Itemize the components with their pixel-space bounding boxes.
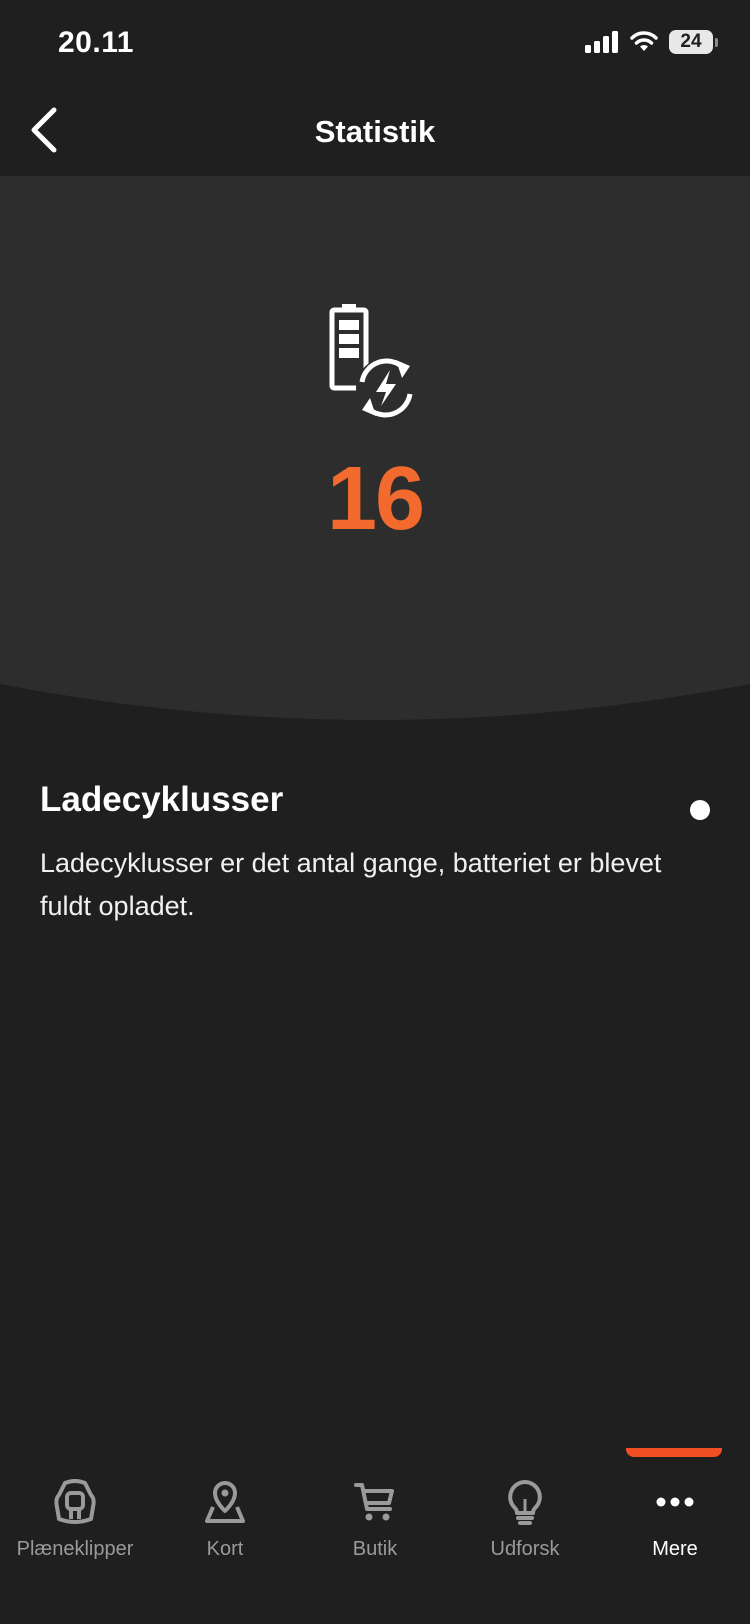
tab-more[interactable]: Mere: [600, 1478, 750, 1578]
battery-tip: [715, 37, 718, 47]
tab-label-mower: Plæneklipper: [16, 1538, 134, 1560]
info-description: Ladecyklusser er det antal gange, batter…: [40, 848, 662, 921]
charge-cycles-value: 16: [326, 449, 425, 549]
tab-map[interactable]: Kort: [150, 1478, 300, 1578]
more-dots-icon: [651, 1478, 699, 1526]
tab-label-more: Mere: [652, 1538, 698, 1560]
statistics-screen: 20.11 24 Statistik 16 Ladecyklusser Lade…: [0, 0, 750, 1624]
wifi-icon: [630, 31, 658, 51]
battery-charge-cycle-icon: [329, 304, 416, 418]
tab-bar: Plæneklipper Kort Butik Udforsk Mere: [0, 1448, 750, 1624]
status-icons: 24: [585, 30, 718, 54]
page-title: Statistik: [314, 114, 436, 149]
navigation-bar: Statistik: [0, 90, 750, 176]
page-indicator-dot: [690, 800, 710, 820]
info-section: Ladecyklusser Ladecyklusser er det antal…: [40, 780, 710, 928]
tab-label-explore: Udforsk: [490, 1538, 560, 1560]
tab-shop[interactable]: Butik: [300, 1478, 450, 1578]
lightbulb-icon: [501, 1478, 549, 1526]
battery-indicator: 24: [669, 30, 718, 54]
signal-icon: [585, 31, 618, 53]
status-bar: 20.11 24: [0, 0, 750, 90]
tab-mower[interactable]: Plæneklipper: [0, 1478, 150, 1578]
info-title: Ladecyklusser: [40, 780, 284, 819]
map-pin-icon: [201, 1478, 249, 1526]
status-time: 20.11: [58, 26, 134, 59]
tab-explore[interactable]: Udforsk: [450, 1478, 600, 1578]
hero-panel: 16: [0, 176, 750, 736]
tab-label-shop: Butik: [352, 1538, 398, 1560]
battery-level: 24: [669, 30, 713, 54]
cart-icon: [351, 1478, 399, 1526]
tab-label-map: Kort: [206, 1538, 244, 1560]
active-tab-indicator: [626, 1448, 722, 1457]
mower-icon: [51, 1478, 99, 1526]
